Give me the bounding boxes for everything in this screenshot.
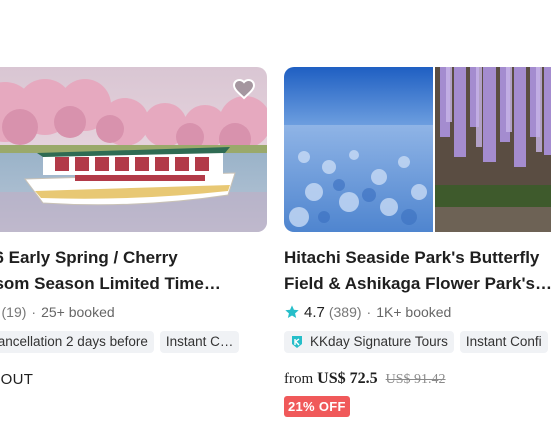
product-title[interactable]: 26 Early Spring / Cherry ssom Season Lim… <box>0 245 267 297</box>
product-title-line-1: 26 Early Spring / Cherry <box>0 248 178 267</box>
nemophila-wisteria-photo <box>284 67 551 232</box>
tag-list: KKday Signature Tours Instant Confi <box>284 331 551 353</box>
product-card[interactable]: 26 Early Spring / Cherry ssom Season Lim… <box>0 67 267 388</box>
star-icon <box>285 305 299 318</box>
cherry-blossom-boat-photo <box>0 67 267 232</box>
tag-cancellation: cancellation 2 days before <box>0 331 154 353</box>
separator: · <box>366 304 372 320</box>
product-card[interactable]: Hitachi Seaside Park's Butterfly Field &… <box>284 67 551 417</box>
tag-signature-tours: KKday Signature Tours <box>284 331 454 353</box>
product-title-line-2: Field & Ashikaga Flower Park's… <box>284 274 551 293</box>
heart-icon[interactable] <box>232 77 256 101</box>
rating-row: .8 (19) · 25+ booked <box>0 302 267 322</box>
tag-instant-confirmation: Instant Confi <box>459 331 548 353</box>
sold-out-status: D OUT <box>0 371 34 388</box>
discount-badge: 21% OFF <box>284 396 350 417</box>
rating-row: 4.7 (389) · 1K+ booked <box>284 302 551 322</box>
review-count: (19) <box>1 304 27 320</box>
product-card-carousel: 26 Early Spring / Cherry ssom Season Lim… <box>0 0 551 431</box>
product-title-line-1: Hitachi Seaside Park's Butterfly <box>284 248 540 267</box>
product-image[interactable] <box>0 67 267 232</box>
current-price: US$ 72.5 <box>317 370 378 387</box>
tag-list: cancellation 2 days before Instant C… <box>0 331 267 353</box>
booked-count: 1K+ booked <box>376 304 452 320</box>
rating-value: 4.7 <box>304 303 325 321</box>
kkday-badge-icon <box>292 336 302 348</box>
price-row: from US$ 72.5 US$ 91.42 <box>284 370 551 388</box>
price-from-label: from <box>284 371 314 387</box>
booked-count: 25+ booked <box>41 304 115 320</box>
product-title-line-2: ssom Season Limited Time… <box>0 274 221 293</box>
separator: · <box>31 304 37 320</box>
tag-instant-confirmation: Instant C… <box>159 331 240 353</box>
review-count: (389) <box>328 304 362 320</box>
original-price: US$ 91.42 <box>385 372 446 387</box>
product-image[interactable] <box>284 67 551 232</box>
tag-signature-tours-label: KKday Signature Tours <box>310 334 448 349</box>
product-title[interactable]: Hitachi Seaside Park's Butterfly Field &… <box>284 245 551 297</box>
